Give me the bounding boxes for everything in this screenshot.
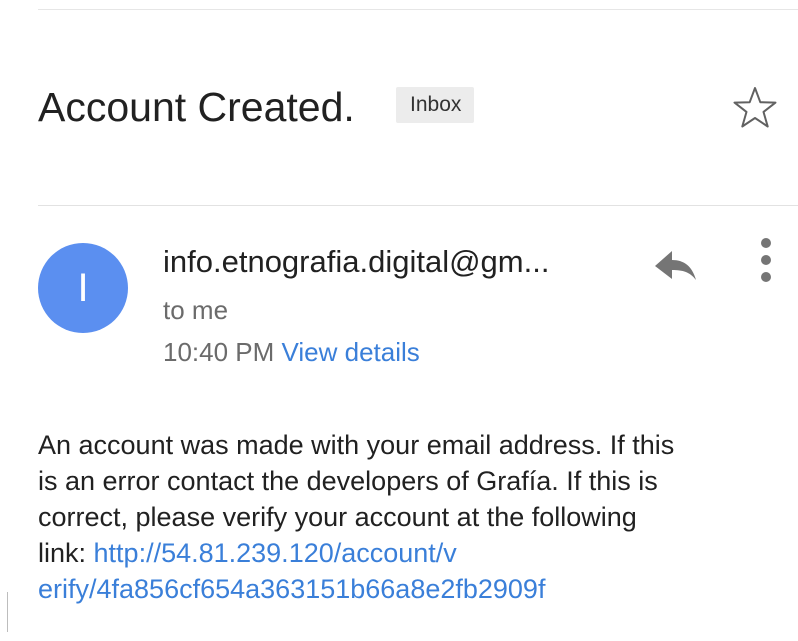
top-divider <box>38 9 798 10</box>
body-line: is an error contact the developers of Gr… <box>38 466 658 496</box>
email-time: 10:40 PM <box>163 337 275 367</box>
more-dot <box>761 238 771 248</box>
avatar-initial: I <box>77 265 89 310</box>
inbox-label-chip[interactable]: Inbox <box>396 87 475 123</box>
more-dot <box>761 255 771 265</box>
body-link-prefix: link: <box>38 538 94 568</box>
sender-avatar[interactable]: I <box>38 243 128 333</box>
reply-button[interactable] <box>648 246 702 286</box>
body-line: correct, please verify your account at t… <box>38 502 637 532</box>
sender-address[interactable]: info.etnografia.digital@gm... <box>163 244 549 280</box>
body-line: link: http://54.81.239.120/account/v <box>38 535 778 571</box>
email-subject: Account Created. <box>38 84 355 130</box>
scroll-edge <box>7 592 8 632</box>
view-details-link[interactable]: View details <box>282 337 420 367</box>
more-dot <box>761 272 771 282</box>
recipient-text: to me <box>163 295 229 325</box>
star-outline-icon <box>733 87 777 128</box>
header-divider <box>38 205 798 206</box>
body-line: An account was made with your email addr… <box>38 430 675 460</box>
more-options-button[interactable] <box>748 236 784 284</box>
email-body: An account was made with your email addr… <box>38 427 778 607</box>
reply-icon <box>655 251 696 280</box>
timestamp-line: 10:40 PM View details <box>163 337 420 368</box>
star-button[interactable] <box>732 85 778 131</box>
verify-link[interactable]: http://54.81.239.120/account/v <box>94 538 457 568</box>
verify-link-continued[interactable]: erify/4fa856cf654a363151b66a8e2fb2909f <box>38 571 778 607</box>
subject-header: Account Created. Inbox <box>38 80 778 140</box>
